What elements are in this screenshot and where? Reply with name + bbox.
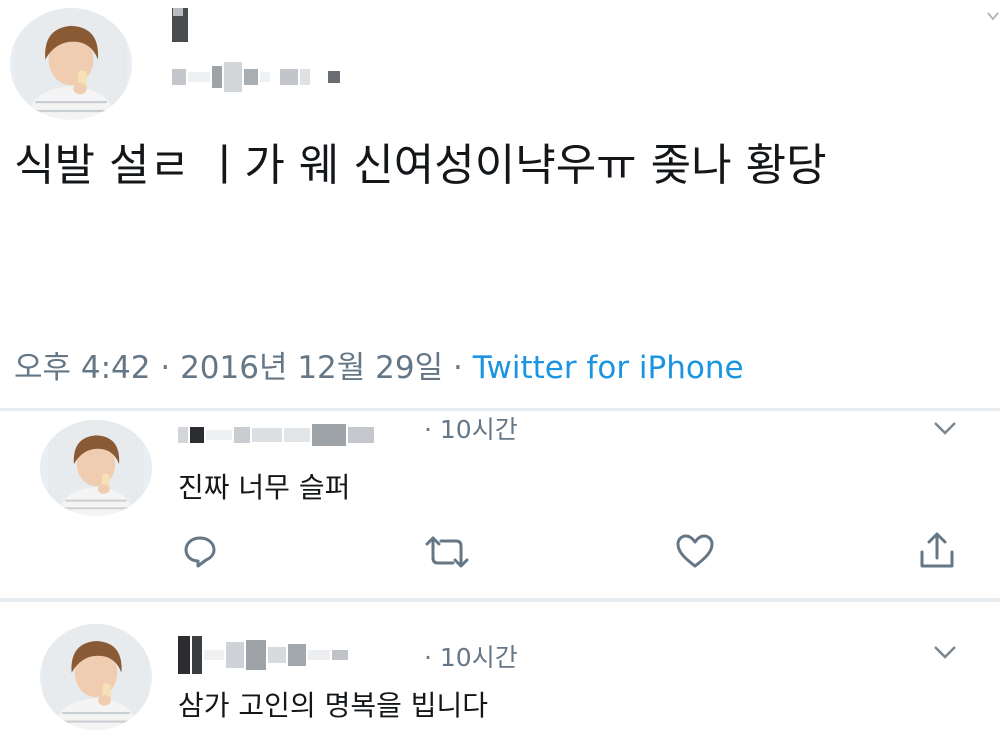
share-icon[interactable] bbox=[917, 530, 957, 572]
reply-author-censored[interactable] bbox=[178, 424, 376, 446]
avatar-photo bbox=[43, 624, 149, 730]
reply-timestamp: · 10시간 bbox=[424, 643, 518, 672]
author-handle-censored[interactable] bbox=[172, 62, 342, 92]
author-avatar[interactable] bbox=[10, 8, 132, 120]
reply-icon[interactable] bbox=[182, 533, 218, 569]
tweet-menu-icon[interactable] bbox=[986, 10, 1000, 24]
tweet-timestamp: 오후 4:42 · 2016년 12월 29일 · bbox=[14, 350, 473, 386]
divider bbox=[0, 598, 1000, 602]
chevron-down-icon[interactable] bbox=[930, 418, 960, 438]
reply-text: 삼가 고인의 명복을 빕니다 bbox=[178, 689, 489, 722]
tweet-text: 식발 설ㄹ ㅣ가 웨 신여성이냑우ㅠ 좆나 황당 bbox=[14, 140, 827, 191]
avatar-photo bbox=[15, 8, 127, 120]
tweet-meta: 오후 4:42 · 2016년 12월 29일 · Twitter for iP… bbox=[14, 342, 744, 387]
reply-avatar[interactable] bbox=[40, 420, 152, 516]
reply-timestamp: · 10시간 bbox=[424, 415, 518, 444]
like-icon[interactable] bbox=[675, 533, 715, 569]
reply-text: 진짜 너무 슬퍼 bbox=[178, 471, 351, 504]
chevron-down-icon[interactable] bbox=[930, 642, 960, 662]
avatar-photo bbox=[48, 420, 144, 516]
reply-author-censored[interactable] bbox=[178, 636, 350, 674]
retweet-icon[interactable] bbox=[421, 536, 473, 568]
tweet-source-link[interactable]: Twitter for iPhone bbox=[473, 350, 744, 386]
reply-avatar[interactable] bbox=[40, 624, 152, 730]
